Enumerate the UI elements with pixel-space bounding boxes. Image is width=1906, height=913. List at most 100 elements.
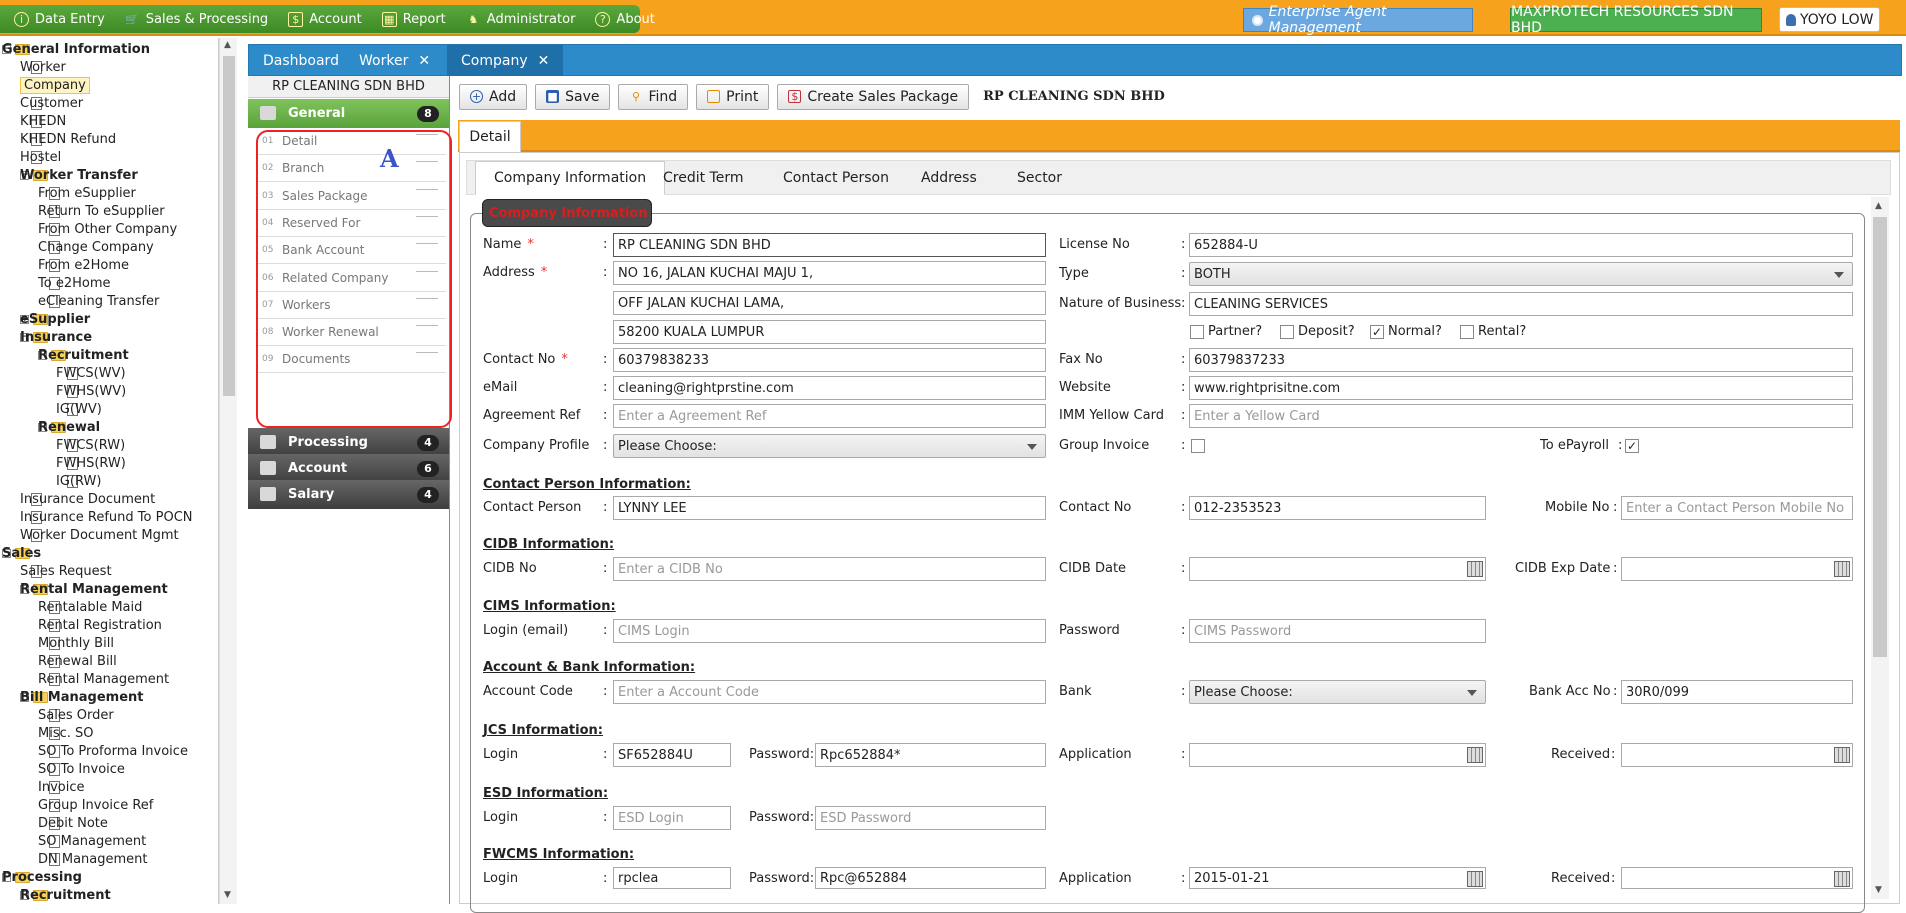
tab-dashboard[interactable]: Dashboard: [249, 45, 353, 76]
type-select[interactable]: BOTH: [1189, 262, 1853, 286]
menu-administrator[interactable]: ♞ Administrator: [456, 5, 586, 33]
tree-folder-processing[interactable]: − Processing: [2, 868, 82, 886]
add-button[interactable]: + Add: [459, 83, 528, 110]
license-no-input[interactable]: 652884-U: [1189, 233, 1853, 257]
calendar-icon[interactable]: [1467, 747, 1483, 763]
tree-folder-sales[interactable]: − Sales: [2, 544, 41, 562]
cims-login-input[interactable]: CIMS Login: [613, 619, 1046, 643]
bank-select[interactable]: Please Choose:: [1189, 680, 1486, 704]
cims-password-input[interactable]: CIMS Password: [1189, 619, 1486, 643]
menu-account[interactable]: $ Account: [278, 5, 372, 33]
tree-item-insurance-document[interactable]: Insurance Document: [20, 490, 155, 508]
email-input[interactable]: cleaning@rightprstine.com: [613, 376, 1046, 400]
fwcms-application-date-input[interactable]: 2015-01-21: [1189, 867, 1486, 889]
tree-item-debit-note[interactable]: Debit Note: [38, 814, 108, 832]
tree-item-rentalable-maid[interactable]: Rentalable Maid: [38, 598, 142, 616]
scroll-up-icon[interactable]: ▲: [1875, 201, 1882, 211]
tab-worker[interactable]: Worker ✕: [345, 45, 444, 76]
tree-item-sales-order[interactable]: Sales Order: [38, 706, 114, 724]
close-icon[interactable]: ✕: [418, 53, 430, 69]
jcs-login-input[interactable]: SF652884U: [613, 743, 731, 767]
partner-checkbox[interactable]: [1190, 325, 1204, 339]
tree-item-fwcs-wv[interactable]: FWCS(WV): [56, 364, 126, 382]
tree-folder-renewal[interactable]: − Renewal: [38, 418, 100, 436]
tree-item-group-invoice-ref[interactable]: Group Invoice Ref: [38, 796, 153, 814]
tree-item-dn-management[interactable]: DN Management: [38, 850, 148, 868]
calendar-icon[interactable]: [1834, 561, 1850, 577]
tree-item-change-company[interactable]: Change Company: [38, 238, 154, 256]
jcs-application-date-input[interactable]: [1189, 743, 1486, 767]
scroll-thumb[interactable]: [1873, 217, 1887, 657]
tab-sector[interactable]: Sector: [999, 161, 1080, 195]
tree-item-khedn-refund[interactable]: KHEDN Refund: [20, 130, 116, 148]
form-scrollbar[interactable]: ▲ ▼: [1871, 197, 1889, 899]
agreement-ref-input[interactable]: Enter a Agreement Ref: [613, 404, 1046, 428]
fax-no-input[interactable]: 60379837233: [1189, 348, 1853, 372]
tab-detail[interactable]: Detail: [459, 121, 521, 152]
scroll-up-icon[interactable]: ▲: [224, 40, 231, 50]
address-line1-input[interactable]: NO 16, JALAN KUCHAI MAJU 1,: [613, 261, 1046, 285]
mobile-no-input[interactable]: Enter a Contact Person Mobile No: [1621, 496, 1853, 520]
fwcms-login-input[interactable]: rpclea: [613, 867, 731, 889]
tree-item-company[interactable]: Company: [20, 76, 90, 94]
tree-item-fwcs-rw[interactable]: FWCS(RW): [56, 436, 125, 454]
tree-item-ig-rw[interactable]: IG(RW): [56, 472, 101, 490]
group-invoice-checkbox[interactable]: [1191, 439, 1205, 453]
tree-item-from-other-company[interactable]: From Other Company: [38, 220, 177, 238]
scroll-down-icon[interactable]: ▼: [224, 890, 231, 900]
tab-credit-term[interactable]: Credit Term: [645, 161, 762, 195]
jcs-received-date-input[interactable]: [1621, 743, 1853, 767]
bank-acc-no-input[interactable]: 30R0/099: [1621, 680, 1853, 704]
fwcms-password-input[interactable]: Rpc@652884: [815, 867, 1046, 889]
tree-folder-recruitment[interactable]: − Recruitment: [38, 346, 129, 364]
calendar-icon[interactable]: [1467, 561, 1483, 577]
tree-item-fwhs-wv[interactable]: FWHS(WV): [56, 382, 126, 400]
print-button[interactable]: Print: [696, 83, 770, 110]
contact-no-input[interactable]: 60379838233: [613, 348, 1046, 372]
tree-item-worker-document-mgmt[interactable]: Worker Document Mgmt: [20, 526, 179, 544]
tree-item-rental-management[interactable]: Rental Management: [38, 670, 169, 688]
tree-item-to-e2home[interactable]: To e2Home: [38, 274, 110, 292]
tree-item-from-e2home[interactable]: From e2Home: [38, 256, 129, 274]
enterprise-agent-button[interactable]: Enterprise Agent Management: [1243, 4, 1473, 36]
fwcms-received-date-input[interactable]: [1621, 867, 1853, 889]
tree-item-from-esupplier[interactable]: From eSupplier: [38, 184, 136, 202]
tab-company-information[interactable]: Company Information: [475, 161, 666, 195]
tree-item-khedn[interactable]: KHEDN: [20, 112, 66, 130]
cp-contact-no-input[interactable]: 012-2353523: [1189, 496, 1486, 520]
esd-login-input[interactable]: ESD Login: [613, 806, 731, 830]
module-account[interactable]: Account 6: [248, 454, 449, 483]
tree-item-so-management[interactable]: SO Management: [38, 832, 146, 850]
normal-checkbox[interactable]: ✓: [1370, 325, 1384, 339]
imm-yellow-card-input[interactable]: Enter a Yellow Card: [1189, 404, 1853, 428]
to-epayroll-checkbox[interactable]: ✓: [1625, 439, 1639, 453]
tab-contact-person[interactable]: Contact Person: [765, 161, 907, 195]
deposit-checkbox[interactable]: [1280, 325, 1294, 339]
menu-about[interactable]: ? About: [585, 5, 664, 33]
user-button[interactable]: YOYO LOW: [1779, 7, 1880, 32]
tree-folder-worker-transfer[interactable]: − Worker Transfer: [20, 166, 138, 184]
tree-item-so-to-proforma-invoice[interactable]: SO To Proforma Invoice: [38, 742, 188, 760]
tab-company[interactable]: Company ✕: [447, 45, 564, 76]
cidb-date-input[interactable]: [1189, 557, 1486, 581]
tree-folder-insurance[interactable]: − Insurance: [20, 328, 92, 346]
menu-report[interactable]: ▦ Report: [372, 5, 456, 33]
tree-item-rental-registration[interactable]: Rental Registration: [38, 616, 162, 634]
scroll-thumb[interactable]: [223, 56, 235, 396]
tree-item-hostel[interactable]: Hostel: [20, 148, 61, 166]
tree-folder-general-information[interactable]: − General Information: [2, 40, 150, 58]
scroll-down-icon[interactable]: ▼: [1875, 885, 1882, 895]
module-salary[interactable]: Salary 4: [248, 480, 449, 509]
tree-folder-bill-management[interactable]: − Bill Management: [20, 688, 144, 706]
address-line2-input[interactable]: OFF JALAN KUCHAI LAMA,: [613, 291, 1046, 315]
tree-item-ig-wv[interactable]: IG(WV): [56, 400, 102, 418]
tree-item-misc-so[interactable]: Misc. SO: [38, 724, 94, 742]
tree-folder-rental-management[interactable]: − Rental Management: [20, 580, 168, 598]
company-badge[interactable]: MAXPROTECH RESOURCES SDN BHD: [1510, 4, 1762, 36]
module-processing[interactable]: Processing 4: [248, 428, 449, 457]
name-input[interactable]: RP CLEANING SDN BHD: [613, 233, 1046, 257]
calendar-icon[interactable]: [1834, 747, 1850, 763]
account-code-input[interactable]: Enter a Account Code: [613, 680, 1046, 704]
tree-item-worker[interactable]: Worker: [20, 58, 66, 76]
website-input[interactable]: www.rightprisitne.com: [1189, 376, 1853, 400]
